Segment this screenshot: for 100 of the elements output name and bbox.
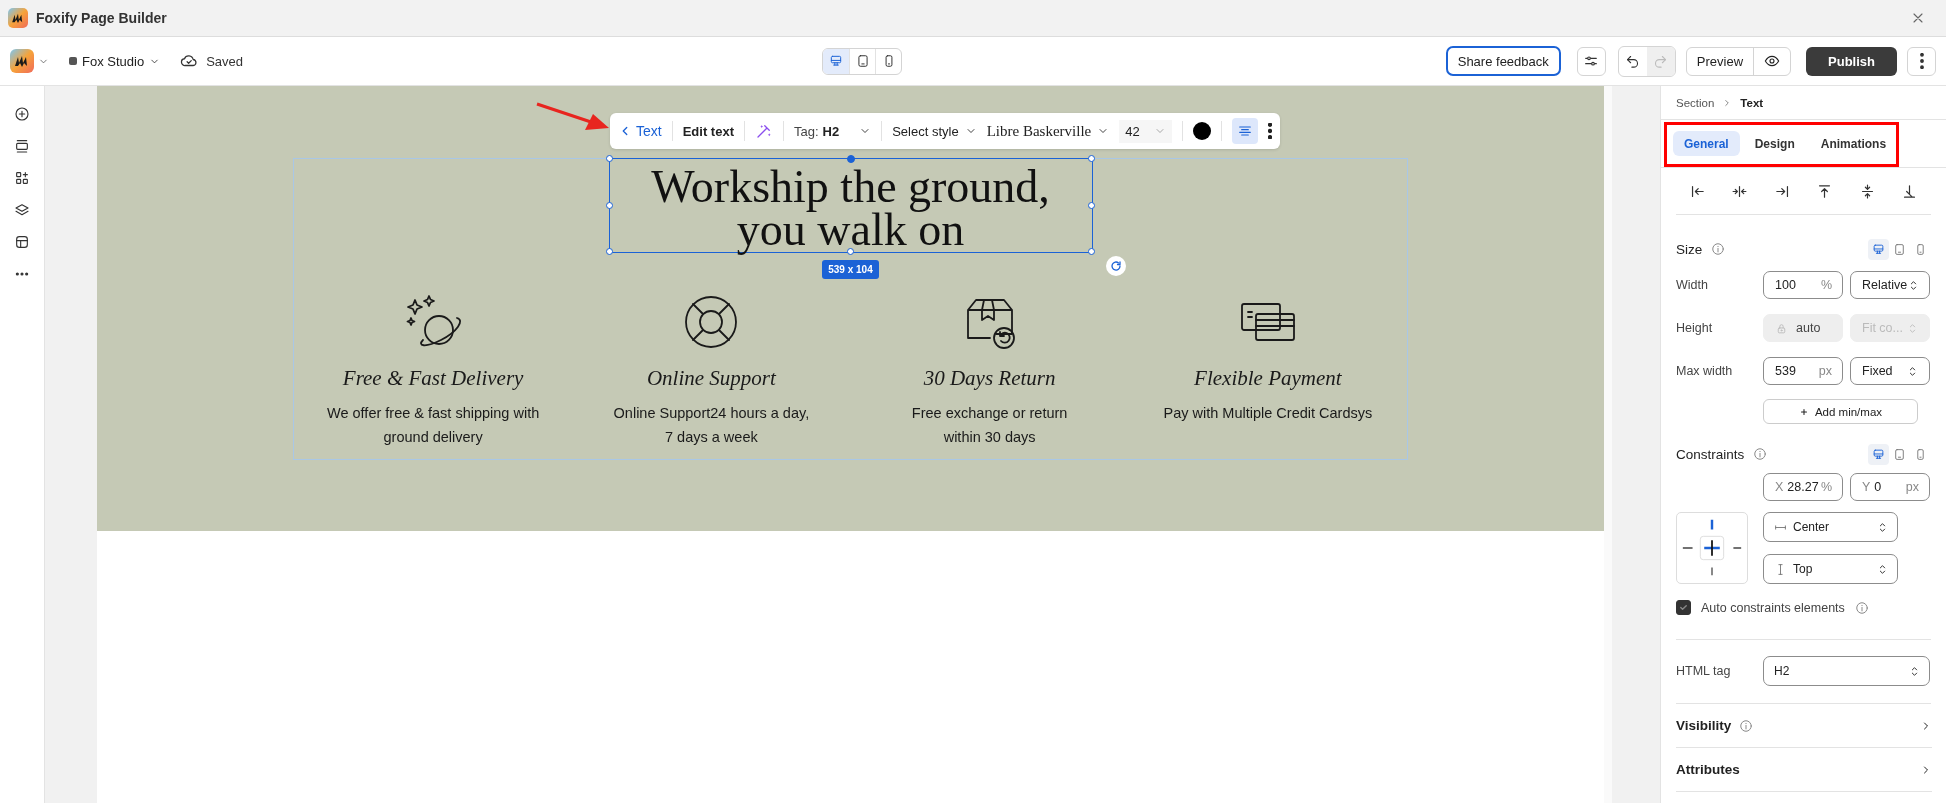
resize-handle[interactable] [1087,248,1095,255]
more-button[interactable] [1907,46,1936,76]
tablet-icon [1893,447,1906,461]
horizontal-constraint-select[interactable]: Center [1763,512,1898,542]
rotate-button[interactable] [1105,256,1126,276]
logo-icon [10,49,34,73]
resize-handle[interactable] [1087,155,1095,162]
resize-handle[interactable] [605,248,613,255]
more-vertical-icon [1267,123,1272,139]
feature-title: Free & Fast Delivery [342,366,524,391]
desktop-icon [1872,447,1885,461]
share-feedback-button[interactable]: Share feedback [1445,46,1561,76]
field-label: Width [1676,278,1709,292]
feature-title: 30 Days Return [923,366,1056,391]
layers-icon [14,202,30,218]
tag-dropdown[interactable]: Tag: H2 [794,123,872,139]
mode-select[interactable]: Fixed [1850,357,1930,385]
ai-magic-button[interactable] [755,122,773,140]
magic-wand-icon [755,122,773,140]
color-swatch[interactable] [1192,122,1211,140]
section-label: Size [1676,241,1703,257]
mobile-icon [1914,242,1927,256]
resize-handle[interactable] [1087,201,1095,209]
desktop-icon [1872,242,1885,256]
info-icon [1711,242,1726,256]
breadcrumb-current: Text [1740,96,1764,109]
feature-description: We offer free & fast shipping with ground delivery [327,404,540,447]
field-label: Max width [1676,364,1734,378]
eye-icon [1764,53,1781,69]
window-title: Foxify Page Builder [36,10,167,26]
store-selector[interactable]: Fox Studio [69,53,161,69]
check-icon [1678,602,1689,613]
template-icon [14,234,30,250]
feature-title: Online Support [646,366,776,391]
value-field[interactable]: 100 % [1763,271,1843,299]
text-selection-box[interactable]: Workship the ground, you walk on [608,158,1093,253]
feature-description: Pay with Multiple Credit Cardsys [1163,404,1373,423]
section-label: Constraints [1676,446,1745,462]
checkbox[interactable] [1676,600,1691,615]
info-icon [1739,718,1754,733]
back-button[interactable]: Text [618,123,662,139]
breadcrumb-link[interactable]: Section [1676,96,1715,109]
edit-text-button[interactable]: Edit text [682,123,734,139]
font-dropdown[interactable]: Libre Baskerville [986,122,1110,140]
x-field[interactable]: X 28.27 % [1763,473,1843,501]
elements-button[interactable] [14,170,30,186]
value-field[interactable]: 539 px [1763,357,1843,385]
sections-button[interactable] [14,138,30,154]
resize-handle[interactable] [846,155,855,163]
rotate-icon [1109,260,1122,272]
templates-button[interactable] [14,234,30,250]
html-tag-select[interactable]: H2 [1763,656,1930,686]
style-dropdown[interactable]: Select style [892,123,977,139]
constraint-picker[interactable] [1676,512,1748,584]
plus-circle-icon [14,106,30,122]
collapsible-section[interactable]: Visibility [1676,704,1932,748]
more-vertical-icon [1919,53,1924,69]
panel-tab[interactable]: Design [1743,131,1806,156]
layers-button[interactable] [14,202,30,218]
panel-tab[interactable]: Animations [1809,131,1898,156]
font-size-dropdown[interactable]: 42 [1119,119,1172,143]
align-center-icon [1236,123,1253,139]
feature-title: Flexible Payment [1194,366,1342,391]
elements-icon [14,170,30,186]
size-badge: 539 x 104 [822,260,879,279]
publish-button[interactable]: Publish [1806,46,1897,76]
checkbox-label: Auto constraints elements [1701,600,1845,615]
resize-handle[interactable] [846,248,854,255]
device-view-button[interactable] [1868,238,1889,260]
device-view-button[interactable] [1868,443,1889,465]
y-field[interactable]: Y 0 px [1850,473,1930,501]
feature-description: Free exchange or return within 30 days [911,404,1068,447]
settings-button[interactable] [1576,46,1606,76]
logo-icon [8,8,28,28]
undo-icon [1625,53,1641,69]
plus-icon [1798,406,1809,417]
field-label: Height [1676,321,1714,335]
lock-icon [1775,321,1788,335]
logo-menu-button[interactable] [10,49,49,73]
redo-icon [1653,53,1669,69]
add-min-max-button[interactable]: Add min/max [1763,399,1918,424]
feature-description: Online Support24 hours a day, 7 days a week [613,404,810,447]
device-view-button[interactable] [823,48,849,74]
mode-select[interactable]: Relative [1850,271,1930,299]
add-element-button[interactable] [14,106,30,122]
desktop-icon [829,54,843,68]
more-options-button[interactable] [1267,123,1272,139]
collapsible-section[interactable]: Attributes [1676,748,1932,792]
save-status: Saved [206,53,244,69]
resize-handle[interactable] [605,201,613,209]
tablet-icon [1893,242,1906,256]
mobile-icon [1914,447,1927,461]
info-icon [1854,600,1869,615]
vertical-constraint-select[interactable]: Top [1763,554,1898,584]
info-icon [1753,447,1768,461]
panel-tab[interactable]: General [1673,131,1740,156]
tablet-icon [855,54,870,68]
align-center-button[interactable] [1231,118,1258,144]
field-label: HTML tag [1676,664,1732,678]
resize-handle[interactable] [605,155,613,162]
